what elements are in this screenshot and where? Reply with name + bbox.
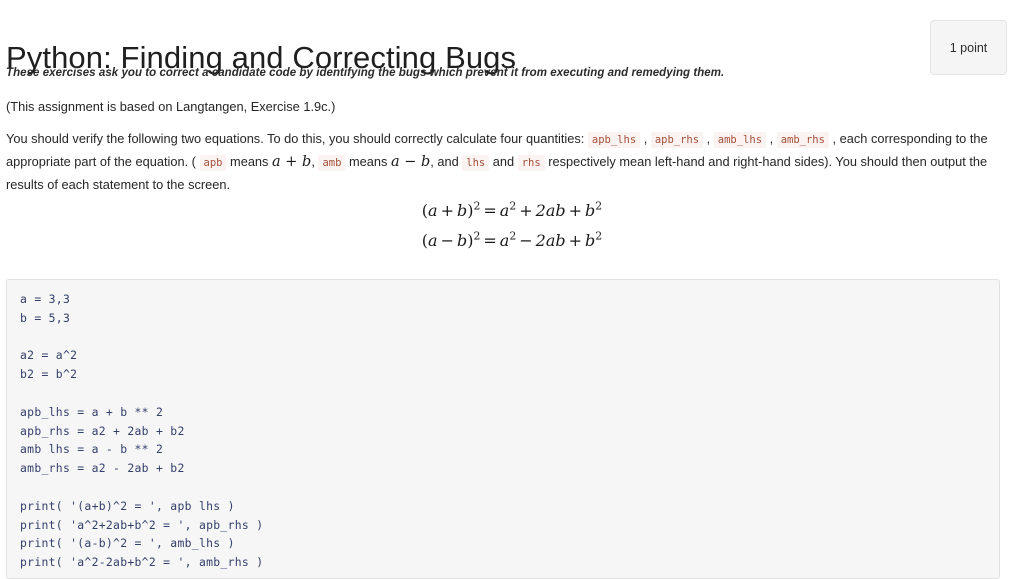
- eq2-term1-base: a: [499, 231, 510, 250]
- inline-code-apb-rhs: apb_rhs: [650, 132, 704, 148]
- assignment-page: Python: Finding and Correcting Bugs 1 po…: [0, 0, 1024, 579]
- eq1-equals: =: [483, 201, 497, 220]
- code-line[interactable]: apb_rhs = a2 + 2ab + b2: [20, 422, 999, 441]
- eq1-operator-2: +: [568, 201, 583, 220]
- eq1-term1-base: a: [499, 201, 510, 220]
- inline-code-amb: amb: [318, 155, 346, 171]
- code-editor[interactable]: a = 3,3 b = 5,3 a2 = a^2 b2 = b^2 apb_lhs …: [6, 279, 1000, 579]
- instructions-segment-3: means: [226, 154, 273, 169]
- eq2-term3-base: b: [585, 231, 596, 250]
- eq1-b: b: [456, 201, 468, 220]
- assignment-instructions: You should verify the following two equa…: [6, 128, 994, 195]
- instructions-comma-2: ,: [703, 131, 714, 146]
- equation-display: (a + b)2 = a2 +2ab + b2 (a − b)2 = a2−2ab + b2: [0, 196, 1024, 256]
- points-badge: 1 point: [930, 20, 1007, 75]
- code-line[interactable]: b2 = b^2: [20, 365, 999, 384]
- inline-code-amb-lhs: amb_lhs: [713, 132, 767, 148]
- eq2-b: b: [456, 231, 468, 250]
- instructions-segment-7: and: [489, 154, 518, 169]
- eq1-a: a: [428, 201, 438, 220]
- code-lines[interactable]: a = 3,3 b = 5,3 a2 = a^2 b2 = b^2 apb_lhs …: [20, 290, 999, 572]
- inline-code-rhs: rhs: [517, 155, 545, 171]
- instructions-segment-5: means: [345, 154, 391, 169]
- assignment-subtitle: These exercises ask you to correct a can…: [6, 67, 725, 79]
- inline-code-apb: apb: [199, 155, 227, 171]
- inline-code-lhs: lhs: [462, 155, 490, 171]
- code-line[interactable]: print( '(a+b)^2 = ', apb lhs ): [20, 497, 999, 516]
- inline-code-apb-lhs: apb_lhs: [587, 132, 641, 148]
- eq1-operator-1: +: [519, 201, 533, 220]
- instructions-segment-6: , and: [430, 154, 463, 169]
- eq1-term2: 2ab: [535, 201, 566, 220]
- eq1-term3-base: b: [585, 201, 596, 220]
- eq2-equals: =: [483, 231, 497, 250]
- instructions-comma-3: ,: [766, 131, 777, 146]
- eq2-operator-2: +: [568, 231, 583, 250]
- points-badge-label: 1 point: [949, 40, 988, 55]
- eq2-a: a: [428, 231, 438, 250]
- code-line[interactable]: amb_rhs = a2 - 2ab + b2: [20, 459, 999, 478]
- eq2-term2: 2ab: [535, 231, 566, 250]
- code-line[interactable]: a2 = a^2: [20, 346, 999, 365]
- code-line[interactable]: print( 'a^2-2ab+b^2 = ', amb_rhs ): [20, 553, 999, 572]
- code-line[interactable]: apb_lhs = a + b ** 2: [20, 403, 999, 422]
- equation-expand-plus: (a + b)2 = a2 +2ab + b2: [0, 196, 1024, 226]
- eq2-lhs-operator: −: [440, 231, 454, 250]
- code-line[interactable]: print( 'a^2+2ab+b^2 = ', apb_rhs ): [20, 516, 999, 535]
- instructions-comma-1: ,: [640, 131, 651, 146]
- code-line[interactable]: [20, 328, 999, 347]
- code-line[interactable]: a = 3,3: [20, 290, 999, 309]
- eq2-term3-exponent: 2: [595, 229, 603, 243]
- eq2-operator-1: −: [519, 231, 533, 250]
- equation-expand-minus: (a − b)2 = a2−2ab + b2: [0, 226, 1024, 256]
- instructions-segment-1: You should verify the following two equa…: [6, 131, 588, 146]
- assignment-source-note: (This assignment is based on Langtangen,…: [6, 99, 336, 114]
- eq1-lhs-operator: +: [440, 201, 454, 220]
- eq1-term3-exponent: 2: [595, 199, 603, 213]
- code-line[interactable]: print( '(a-b)^2 = ', amb_lhs ): [20, 534, 999, 553]
- inline-code-amb-rhs: amb_rhs: [776, 132, 829, 148]
- code-line[interactable]: [20, 478, 999, 497]
- code-line[interactable]: b = 5,3: [20, 309, 999, 328]
- math-a-minus-b: a − b: [390, 154, 431, 170]
- code-line[interactable]: [20, 384, 999, 403]
- math-a-plus-b: a + b: [272, 154, 312, 170]
- code-line[interactable]: amb lhs = a - b ** 2: [20, 440, 999, 459]
